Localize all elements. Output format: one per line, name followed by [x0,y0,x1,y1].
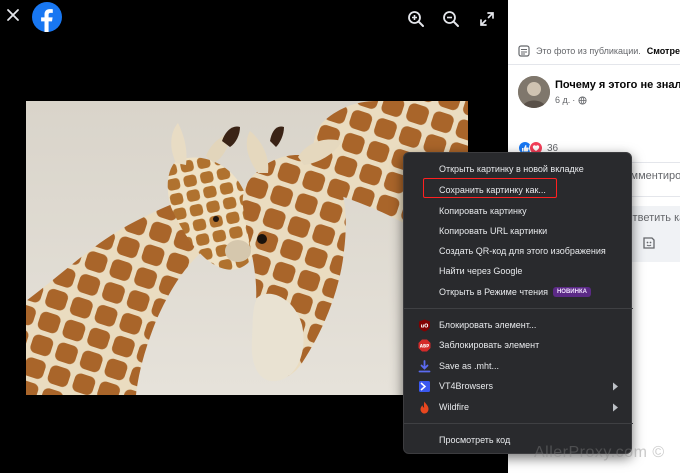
post-title[interactable]: Почему я этого не знал? [555,79,680,91]
meta-separator: · [572,95,576,105]
virustotal-icon [419,380,430,392]
post-info-icon [518,45,530,57]
submenu-arrow-icon [613,382,618,390]
menu-item-copy-image[interactable]: Копировать картинку [404,201,633,221]
avatar[interactable] [518,76,550,108]
zoom-out-icon[interactable] [442,10,460,28]
adblock-plus-icon: ABP [418,339,431,351]
menu-item-label: Создать QR-код для этого изображения [439,246,606,256]
menu-item-label: Просмотреть код [439,435,511,445]
post-time[interactable]: 6 д. [555,95,570,105]
menu-separator [404,308,633,309]
menu-item-label: Копировать URL картинки [439,226,548,236]
menu-item-label: Открыть картинку в новой вкладке [439,164,584,174]
submenu-arrow-icon [613,403,618,411]
menu-item-label: Блокировать элемент... [439,320,537,330]
post-meta: 6 д. · [555,95,587,105]
svg-text:uO: uO [421,323,429,329]
menu-item-wildfire[interactable]: Wildfire [404,397,633,417]
watermark: AllerProxy.com © [534,444,665,461]
menu-item-save-image-as[interactable]: Сохранить картинку как... [404,180,633,200]
menu-item-save-as-mht[interactable]: Save as .mht... [404,356,633,376]
reading-mode-label: Открыть в Режиме чтения [439,286,548,297]
giraffe-photo[interactable] [26,101,468,395]
photo-source-info: Это фото из публикации. Смотреть [518,44,680,58]
menu-item-reading-mode[interactable]: Открыть в Режиме чтения НОВИНКА [404,282,633,302]
context-menu: Открыть картинку в новой вкладке Сохрани… [403,152,633,454]
menu-item-label: VT4Browsers [439,381,494,391]
menu-item-label: Заблокировать элемент [439,340,540,350]
download-icon [418,359,431,372]
fullscreen-icon[interactable] [478,10,496,28]
menu-item-create-qr-code[interactable]: Создать QR-код для этого изображения [404,241,633,261]
menu-item-block-element[interactable]: uO Блокировать элемент... [404,315,633,335]
sticker-icon[interactable] [642,236,656,250]
menu-item-adblock-element[interactable]: ABP Заблокировать элемент [404,335,633,355]
wildfire-icon [420,401,429,413]
photo-source-text: Это фото из публикации. [536,46,641,56]
zoom-in-icon[interactable] [407,10,425,28]
globe-icon [578,95,587,105]
menu-item-search-google[interactable]: Найти через Google [404,261,633,281]
new-badge: НОВИНКА [552,287,591,298]
menu-item-label: Сохранить картинку как... [439,185,546,195]
menu-item-label: Save as .mht... [439,361,500,371]
facebook-logo[interactable] [32,2,62,32]
menu-item-label: Wildfire [439,402,470,412]
menu-item-label: Открыть в Режиме чтения НОВИНКА [439,287,591,298]
menu-item-label: Копировать картинку [439,206,527,216]
ublock-origin-icon: uO [419,319,430,331]
menu-item-vt4browsers[interactable]: VT4Browsers [404,376,633,396]
close-icon[interactable] [5,7,21,23]
view-post-link[interactable]: Смотреть [647,46,680,56]
menu-item-open-image-new-tab[interactable]: Открыть картинку в новой вкладке [404,159,633,179]
svg-text:ABP: ABP [420,343,430,348]
divider [508,64,680,65]
menu-item-label: Найти через Google [439,266,523,276]
menu-separator [404,423,633,424]
menu-item-copy-image-url[interactable]: Копировать URL картинки [404,221,633,241]
